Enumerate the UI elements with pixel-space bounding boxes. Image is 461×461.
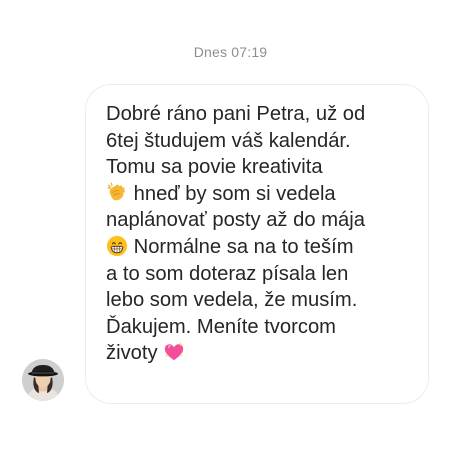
message-line: 6tej študujem váš kalendár. — [106, 129, 351, 152]
message-line: a to som doteraz písala len — [106, 262, 349, 285]
message-line-with-emoji: životy — [106, 340, 414, 367]
message-text: hneď by som si vedela — [133, 182, 336, 205]
profile-avatar-icon — [22, 359, 64, 401]
sender-avatar[interactable] — [22, 359, 64, 401]
grinning-face-icon — [106, 235, 128, 257]
message-timestamp: Dnes 07:19 — [193, 44, 268, 60]
message-line: naplánovať posty až do mája — [106, 209, 365, 232]
sparkling-heart-icon — [163, 341, 185, 363]
message-text: Normálne sa na to teším — [133, 235, 354, 258]
message-line: lebo som vedela, že musím. — [106, 289, 358, 312]
message-line-with-emoji: Normálne sa na to teším — [106, 234, 414, 261]
message-line: Ďakujem. Meníte tvorcom — [106, 315, 336, 338]
clapping-hands-icon — [106, 182, 128, 204]
message-line: Dobré ráno pani Petra, už od — [106, 103, 366, 125]
message-line: Tomu sa povie kreativita — [106, 156, 323, 179]
message-line-with-emoji: hneď by som si vedela — [106, 181, 414, 208]
message-text: životy — [106, 342, 158, 365]
received-message-bubble[interactable]: Dobré ráno pani Petra, už od 6tej študuj… — [85, 84, 429, 404]
